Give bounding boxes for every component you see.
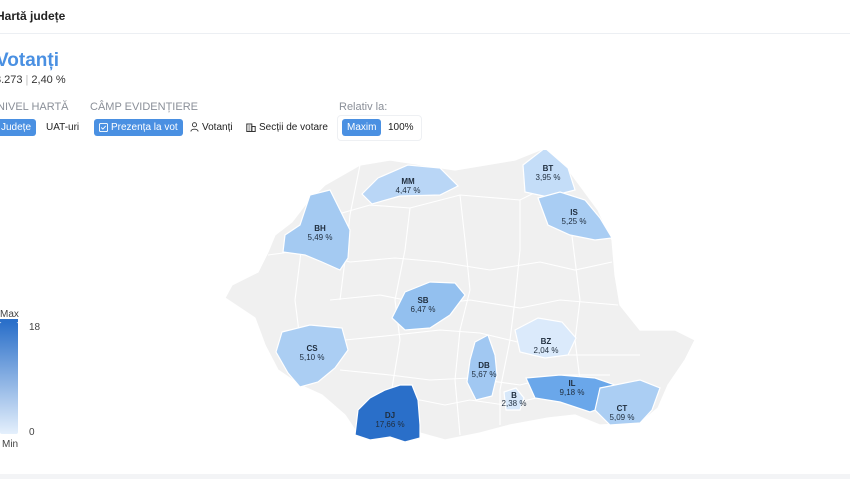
county-code-bz: BZ xyxy=(541,337,552,346)
votanti-percent: 2,40 % xyxy=(31,74,66,86)
legend-min-label: Min xyxy=(2,439,19,450)
checkbox-icon xyxy=(99,123,108,132)
county-code-bh: BH xyxy=(314,224,326,233)
county-code-bt: BT xyxy=(543,164,554,173)
county-value-db: 5,67 % xyxy=(472,370,497,379)
county-code-cs: CS xyxy=(306,344,318,353)
county-value-il: 9,18 % xyxy=(560,388,585,397)
votanti-count: 3.273 xyxy=(0,74,23,86)
relative-option-100[interactable]: 100% xyxy=(383,119,419,136)
county-value-b: 2,38 % xyxy=(502,399,527,408)
field-option-sectii-label: Secții de votare xyxy=(259,122,328,133)
county-value-dj: 17,66 % xyxy=(375,420,404,429)
stats-separator: | xyxy=(25,74,29,86)
metric-stats: 3.273|2,40 % xyxy=(0,74,66,86)
relative-option-maxim[interactable]: Maxim xyxy=(342,119,382,136)
county-code-sb: SB xyxy=(417,296,428,305)
county-value-mm: 4,47 % xyxy=(396,186,421,195)
building-icon xyxy=(246,123,256,132)
legend-max-value: 18 xyxy=(29,322,41,333)
panel-footer xyxy=(0,474,850,479)
field-option-votanti-label: Votanți xyxy=(202,122,233,133)
county-code-il: IL xyxy=(568,379,575,388)
county-value-ct: 5,09 % xyxy=(610,413,635,422)
county-code-mm: MM xyxy=(401,177,415,186)
county-code-ct: CT xyxy=(617,404,628,413)
legend-min-value: 0 xyxy=(29,427,35,438)
level-option-uat[interactable]: UAT-uri xyxy=(41,119,84,136)
county-map: MM 4,47 % BT 3,95 % IS 5,25 % BH 5,49 % … xyxy=(224,150,696,443)
highlight-field-label: CÂMP EVIDENȚIERE xyxy=(90,101,198,113)
county-value-bh: 5,49 % xyxy=(308,233,333,242)
legend-color-scale xyxy=(0,322,18,434)
panel-header: Hartă județe xyxy=(0,0,850,34)
county-value-is: 5,25 % xyxy=(562,217,587,226)
metric-title: Votanți xyxy=(0,50,59,71)
county-code-dj: DJ xyxy=(385,411,395,420)
county-value-sb: 6,47 % xyxy=(411,305,436,314)
county-value-bt: 3,95 % xyxy=(536,173,561,182)
field-option-prezenta-label: Prezența la vot xyxy=(111,122,178,133)
field-option-prezenta[interactable]: Prezența la vot xyxy=(94,119,183,136)
relative-to-label: Relativ la: xyxy=(339,101,388,113)
county-value-cs: 5,10 % xyxy=(300,353,325,362)
county-code-is: IS xyxy=(570,208,578,217)
person-icon xyxy=(190,122,199,132)
field-option-votanti[interactable]: Votanți xyxy=(185,119,238,136)
panel-title: Hartă județe xyxy=(0,9,66,23)
map-level-label: NIVEL HARTĂ xyxy=(0,101,69,113)
field-option-sectii[interactable]: Secții de votare xyxy=(241,119,333,136)
level-option-judete[interactable]: Județe xyxy=(0,119,37,136)
county-value-bz: 2,04 % xyxy=(534,346,559,355)
county-code-db: DB xyxy=(478,361,490,370)
